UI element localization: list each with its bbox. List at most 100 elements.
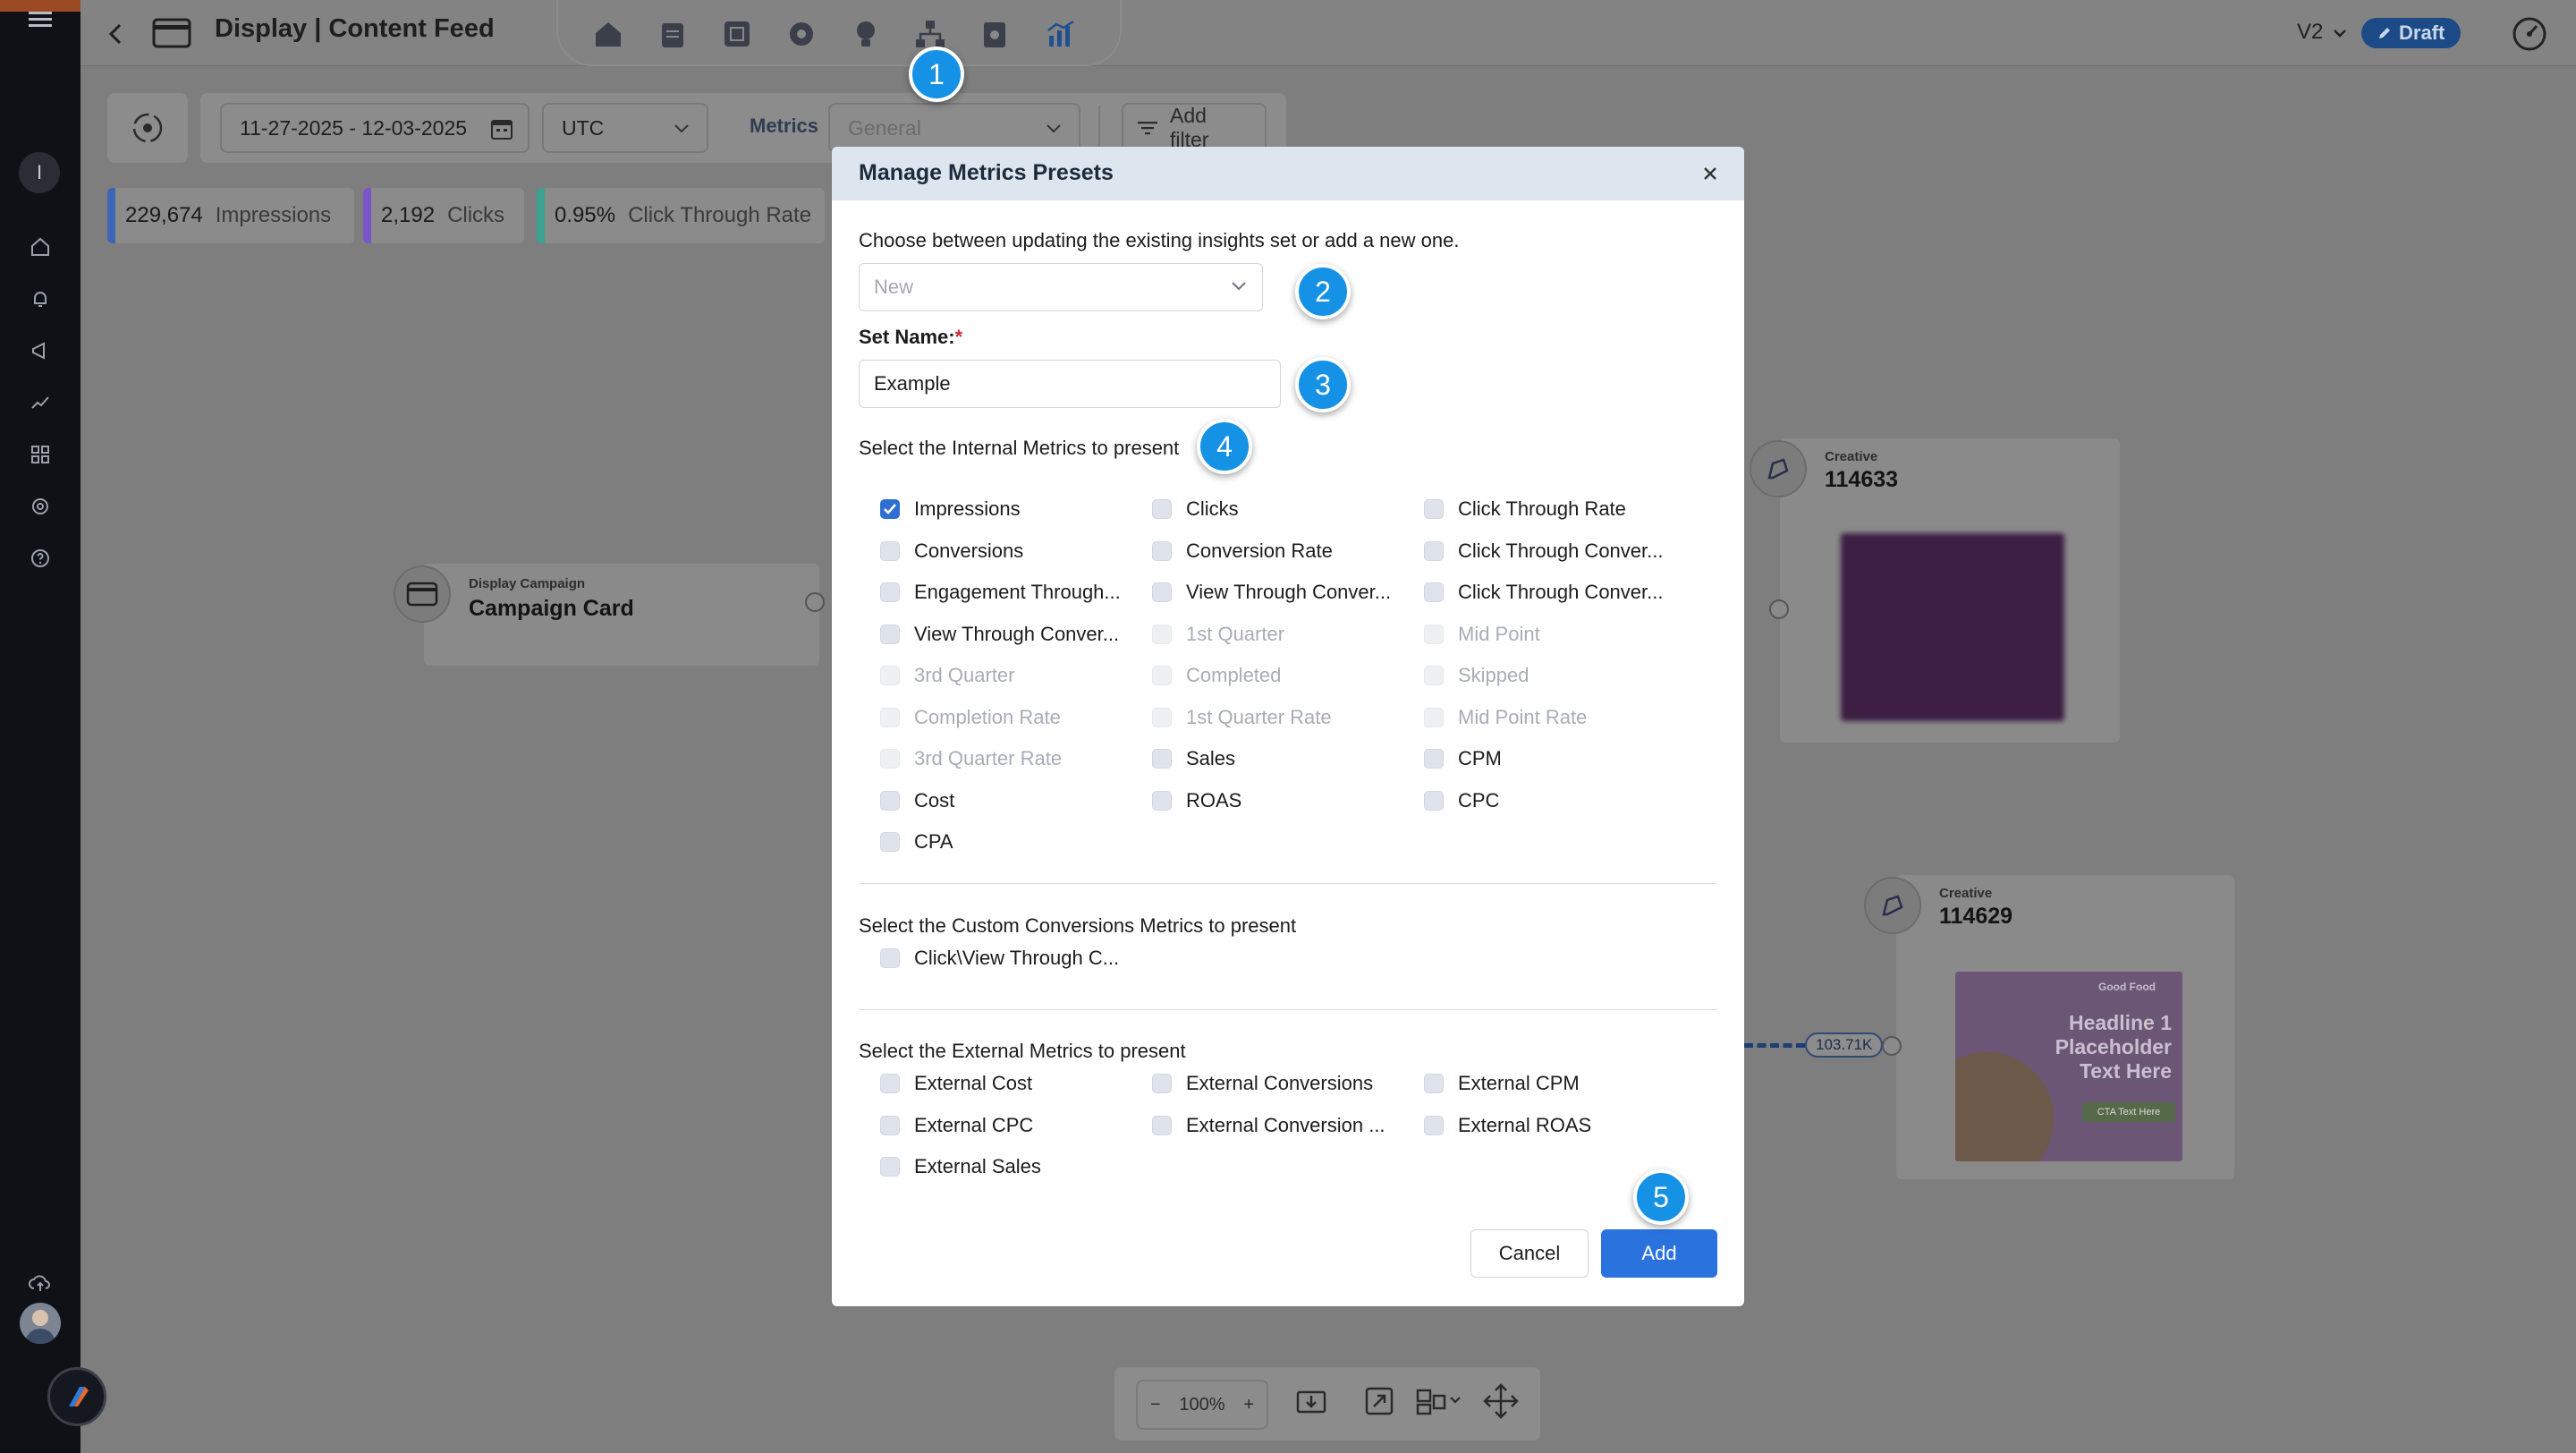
frame-tool-icon[interactable] [719, 16, 755, 52]
metric-checkbox-label: ROAS [1186, 788, 1242, 811]
campaign-output-port[interactable] [805, 592, 825, 612]
metric-checkbox[interactable]: Click Through Rate [1424, 497, 1626, 521]
metric-checkbox[interactable]: CPM [1424, 747, 1502, 770]
metric-checkbox: 1st Quarter Rate [1152, 706, 1332, 729]
metric-checkbox[interactable]: Click Through Conver... [1424, 581, 1663, 604]
metric-checkbox: Completion Rate [880, 706, 1061, 729]
draft-status-badge[interactable]: Draft [2361, 18, 2462, 48]
campaign-node-card[interactable]: Display Campaign Campaign Card [424, 564, 819, 666]
metric-checkbox[interactable]: Click Through Conver... [1424, 540, 1663, 563]
checkbox-icon [1152, 1074, 1172, 1093]
sync-eye-icon[interactable] [130, 110, 165, 146]
metric-checkbox-label: Completed [1186, 664, 1282, 686]
cloud-upload-icon[interactable] [24, 1267, 56, 1299]
metric-checkbox-label: External Conversion ... [1186, 1113, 1385, 1136]
creative-input-port[interactable] [1769, 599, 1789, 619]
close-icon[interactable] [1698, 161, 1723, 186]
expand-icon[interactable] [1363, 1385, 1395, 1417]
stat-color-bar [363, 188, 371, 243]
chevron-down-icon [2333, 20, 2347, 45]
home-tool-icon[interactable] [590, 16, 626, 52]
metric-checkbox[interactable]: External Conversion ... [1152, 1114, 1385, 1137]
speedometer-icon[interactable] [2510, 14, 2549, 54]
home-icon[interactable] [24, 231, 56, 263]
step-badge-3: 3 [1295, 357, 1351, 412]
metric-checkbox[interactable]: Clicks [1152, 497, 1239, 521]
metric-checkbox[interactable]: Sales [1152, 747, 1235, 770]
preset-mode-value: New [874, 276, 914, 298]
back-arrow-icon[interactable] [106, 21, 127, 47]
move-icon[interactable] [1481, 1381, 1521, 1421]
metric-checkbox: Mid Point [1424, 623, 1540, 646]
help-icon[interactable] [24, 542, 56, 574]
metric-checkbox[interactable]: View Through Conver... [1152, 581, 1391, 604]
grid-icon[interactable] [24, 438, 56, 471]
add-filter-button[interactable]: Add filter [1122, 103, 1267, 153]
metric-checkbox-label: Click\View Through C... [914, 947, 1120, 969]
download-icon[interactable] [1295, 1385, 1327, 1417]
creative-node-card-114633[interactable]: Creative 114633 [1780, 438, 2120, 743]
metric-checkbox[interactable]: CPC [1424, 789, 1499, 812]
layout-select-icon[interactable] [1415, 1385, 1465, 1417]
metric-checkbox-label: Mid Point [1458, 622, 1540, 645]
version-label: V2 [2297, 20, 2324, 44]
analytics-tool-icon[interactable] [1043, 16, 1079, 52]
sidebar: I [0, 0, 106, 1453]
edge-label: 103.71K [1805, 1032, 1884, 1058]
metric-checkbox[interactable]: Conversion Rate [1152, 540, 1333, 563]
metric-checkbox[interactable]: External Conversions [1152, 1072, 1373, 1095]
stat-label: Impressions [215, 203, 332, 227]
creative-input-port[interactable] [1882, 1036, 1902, 1056]
metric-checkbox[interactable]: Impressions [880, 497, 1021, 521]
bell-icon[interactable] [24, 283, 56, 315]
metric-checkbox-label: CPM [1458, 747, 1502, 769]
lightbulb-tool-icon[interactable] [848, 16, 884, 52]
metric-checkbox[interactable]: External CPC [880, 1114, 1033, 1137]
metric-checkbox: Mid Point Rate [1424, 706, 1587, 729]
cancel-button[interactable]: Cancel [1470, 1229, 1589, 1278]
clipboard-tool-icon[interactable] [655, 16, 691, 52]
metric-checkbox[interactable]: External Sales [880, 1155, 1041, 1178]
toolbar-divider [1098, 106, 1100, 150]
metric-checkbox-label: 1st Quarter Rate [1186, 705, 1332, 728]
stat-label: Clicks [447, 203, 505, 227]
metric-checkbox[interactable]: External ROAS [1424, 1114, 1591, 1137]
timezone-select[interactable]: UTC [542, 103, 708, 153]
megaphone-icon[interactable] [24, 335, 56, 367]
metric-checkbox-label: Click Through Conver... [1458, 539, 1664, 562]
date-range-picker[interactable]: 11-27-2025 - 12-03-2025 [220, 103, 530, 153]
user-avatar[interactable] [20, 1303, 61, 1344]
version-selector[interactable]: V2 [2297, 20, 2347, 45]
metric-checkbox[interactable]: Engagement Through... [880, 581, 1121, 604]
creative-node-id: 114633 [1825, 467, 1899, 492]
metric-checkbox[interactable]: Conversions [880, 540, 1023, 563]
settings-icon[interactable] [24, 490, 56, 523]
metrics-value: General [848, 115, 921, 140]
badge-tool-icon[interactable] [977, 16, 1013, 52]
metrics-select[interactable]: General [828, 103, 1080, 153]
metric-checkbox[interactable]: Click\View Through C... [880, 947, 1119, 970]
metric-checkbox[interactable]: Cost [880, 789, 954, 812]
metric-checkbox: Completed [1152, 664, 1281, 687]
set-name-input[interactable]: Example [859, 360, 1281, 408]
stat-clicks: 2,192 Clicks [363, 188, 524, 243]
zoom-level: 100% [1179, 1394, 1225, 1415]
zoom-out-button[interactable]: − [1150, 1395, 1161, 1415]
menu-icon[interactable] [24, 4, 56, 36]
metric-checkbox[interactable]: CPA [880, 830, 953, 854]
preset-mode-select[interactable]: New [859, 263, 1263, 311]
metric-checkbox[interactable]: External Cost [880, 1072, 1032, 1095]
user-initial-avatar[interactable]: I [19, 152, 60, 193]
metric-checkbox[interactable]: View Through Conver... [880, 623, 1119, 646]
checkbox-icon [880, 666, 900, 685]
metric-checkbox[interactable]: ROAS [1152, 789, 1241, 812]
creative-node-card-114629[interactable]: Creative 114629 Good Food Headline 1 Pla… [1896, 875, 2234, 1179]
trend-icon[interactable] [24, 387, 56, 419]
zoom-in-button[interactable]: + [1243, 1395, 1254, 1415]
draft-status-label: Draft [2399, 21, 2445, 44]
metric-checkbox[interactable]: External CPM [1424, 1072, 1580, 1095]
target-tool-icon[interactable] [784, 16, 819, 52]
metric-checkbox-label: External Sales [914, 1155, 1041, 1177]
set-name-label-text: Set Name: [859, 326, 955, 348]
add-button[interactable]: Add [1601, 1229, 1717, 1278]
